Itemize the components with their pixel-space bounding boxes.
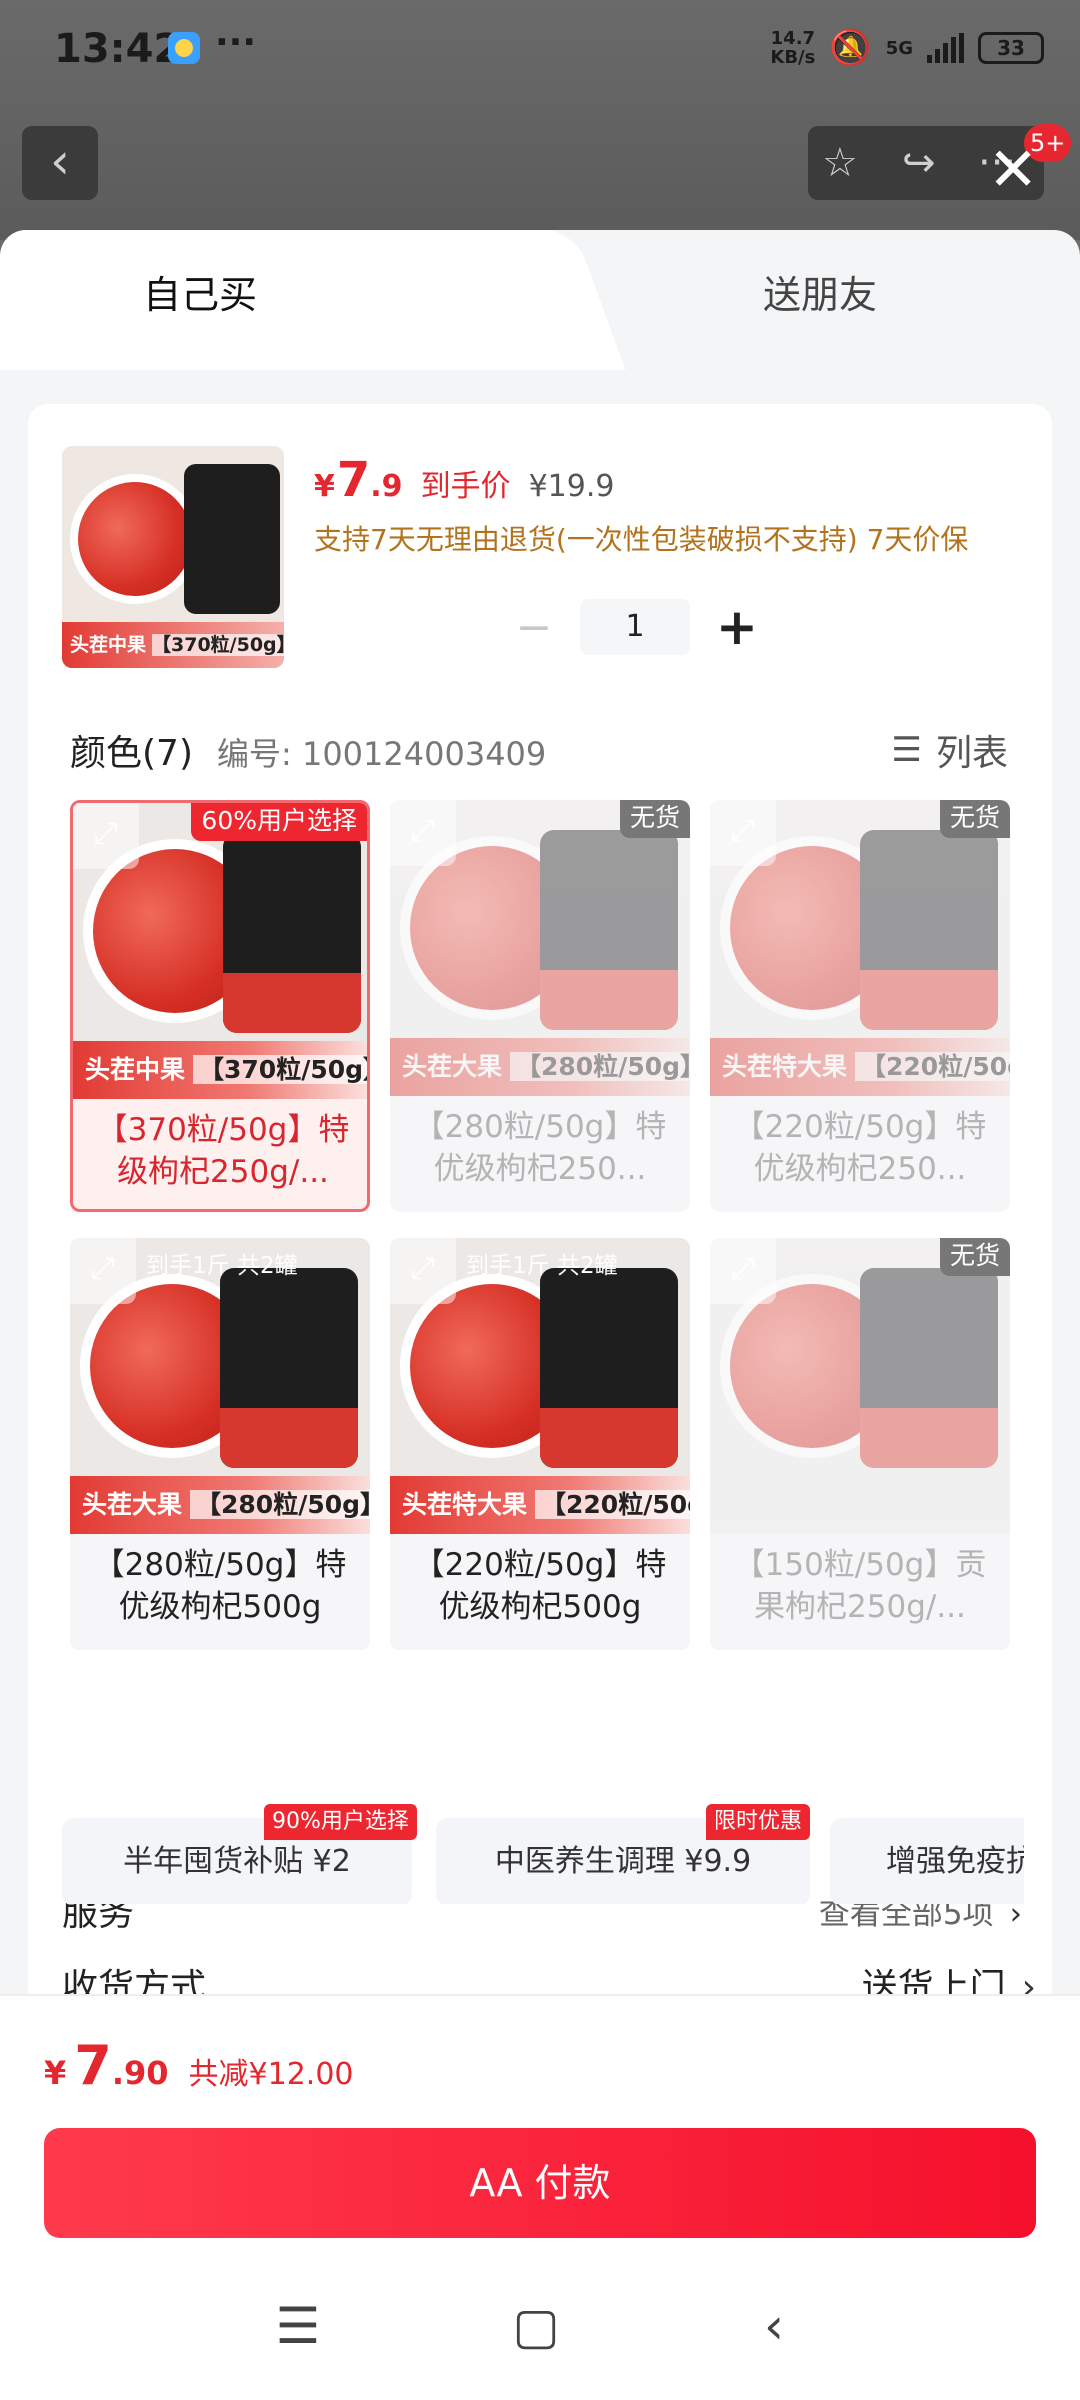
back-button[interactable]: ‹ — [22, 126, 98, 200]
expand-icon[interactable]: ⤢ — [710, 1238, 776, 1304]
status-bar: 13:42 ··· 14.7 KB/s 🔕 5G 33 — [0, 0, 1080, 100]
service-badge: 90%用户选择 — [264, 1804, 417, 1840]
purchase-tabs: 送朋友 自己买 — [0, 230, 1080, 380]
variant-option[interactable]: 头茬特大果【220粒/50g】 ⤢ 到手1斤 共2罐 【220粒/50g】特优级… — [390, 1238, 690, 1650]
total-price: ¥ 7 .90 共减¥12.00 — [44, 2034, 354, 2097]
variant-label: 【370粒/50g】特级枸杞250g/... — [96, 1112, 350, 1190]
signal-icon — [927, 33, 964, 63]
bundle-note: 到手1斤 共2罐 — [466, 1253, 618, 1279]
service-options: 半年囤货补贴 ¥2 90%用户选择 中医养生调理 ¥9.9 限时优惠 增强免疫抗 — [32, 1804, 1024, 1904]
variant-option[interactable]: 头茬特大果【220粒/50g】 ⤢ 无货 【220粒/50g】特优级枸杞250.… — [710, 800, 1010, 1212]
system-nav-bar: ☰ ▢ ‹ — [0, 2256, 1080, 2400]
list-icon: ☰ — [891, 730, 922, 770]
tab-buy-self[interactable]: 自己买 — [0, 230, 560, 370]
pay-button[interactable]: AA 付款 — [44, 2128, 1036, 2238]
quantity-stepper: − 1 + — [514, 598, 758, 656]
star-icon[interactable]: ☆ — [822, 140, 858, 186]
increase-quantity-button[interactable]: + — [716, 598, 758, 656]
original-price: ¥19.9 — [528, 469, 615, 504]
variant-label: 【280粒/50g】特优级枸杞250... — [413, 1109, 667, 1187]
price-line: ¥ 7 .9 到手价 ¥19.9 — [314, 452, 615, 508]
quantity-input[interactable]: 1 — [580, 599, 690, 655]
expand-icon[interactable]: ⤢ — [73, 803, 139, 869]
mute-icon: 🔕 — [829, 28, 872, 68]
status-time: 13:42 — [54, 26, 182, 72]
back-icon[interactable]: ‹ — [734, 2286, 814, 2366]
battery-icon: 33 — [978, 32, 1044, 64]
tab-gift-friend[interactable]: 送朋友 — [560, 230, 1080, 360]
expand-icon[interactable]: ⤢ — [70, 1238, 136, 1304]
variant-option[interactable]: 头茬大果 【280粒/50g】 ⤢ 无货 【280粒/50g】特优级枸杞250..… — [390, 800, 690, 1212]
chevron-left-icon: ‹ — [50, 132, 70, 190]
close-icon[interactable]: ✕ — [988, 140, 1038, 200]
variant-grid: 头茬中果【370粒/50g】 ⤢ 60%用户选择 【370粒/50g】特级枸杞2… — [70, 800, 1050, 1710]
network-speed: 14.7 KB/s — [770, 28, 816, 68]
discount-summary: 共减¥12.00 — [188, 2057, 354, 2092]
variant-label: 【220粒/50g】特优级枸杞250... — [733, 1109, 987, 1187]
out-of-stock-badge: 无货 — [939, 800, 1010, 838]
color-section-header: 颜色(7) 编号: 100124003409 — [70, 724, 546, 776]
popularity-badge: 60%用户选择 — [191, 803, 367, 841]
variant-option[interactable]: 头茬大果 【280粒/50g】 ⤢ 到手1斤 共2罐 【280粒/50g】特优级枸… — [70, 1238, 370, 1650]
service-option[interactable]: 增强免疫抗 — [830, 1818, 1024, 1904]
expand-icon[interactable]: ⤢ — [710, 800, 776, 866]
variant-label: 【220粒/50g】特优级枸杞500g — [413, 1547, 667, 1625]
final-price: 7 — [336, 452, 371, 508]
out-of-stock-badge: 无货 — [939, 1238, 1010, 1276]
variant-label: 【150粒/50g】贡果枸杞250g/... — [733, 1547, 987, 1625]
status-more: ··· — [215, 22, 257, 63]
variant-option[interactable]: 头茬中果【370粒/50g】 ⤢ 60%用户选择 【370粒/50g】特级枸杞2… — [70, 800, 370, 1212]
return-policy: 支持7天无理由退货(一次性包装破损不支持) 7天价保 — [314, 523, 969, 556]
bundle-note: 到手1斤 共2罐 — [146, 1253, 298, 1279]
final-price-label: 到手价 — [420, 469, 511, 504]
color-title: 颜色(7) — [70, 733, 193, 774]
expand-icon[interactable]: ⤢ — [390, 800, 456, 866]
home-icon[interactable]: ▢ — [496, 2286, 576, 2366]
menu-icon[interactable]: ☰ — [258, 2286, 338, 2366]
service-badge: 限时优惠 — [706, 1804, 811, 1840]
network-type: 5G — [885, 37, 913, 59]
app-notification-icon — [168, 32, 200, 64]
out-of-stock-badge: 无货 — [619, 800, 690, 838]
variant-label: 【280粒/50g】特优级枸杞500g — [93, 1547, 347, 1625]
product-code: 编号: 100124003409 — [217, 735, 547, 773]
expand-icon[interactable]: ⤢ — [390, 1238, 456, 1304]
status-indicators: 14.7 KB/s 🔕 5G 33 — [770, 28, 1044, 68]
variant-option[interactable]: ⤢ 无货 【150粒/50g】贡果枸杞250g/... — [710, 1238, 1010, 1650]
decrease-quantity-button[interactable]: − — [514, 602, 554, 653]
share-icon[interactable]: ↪ — [902, 140, 936, 186]
list-view-toggle[interactable]: ☰ 列表 — [892, 724, 1009, 776]
product-thumbnail[interactable]: 头茬中果 【370粒/50g】 — [62, 446, 284, 668]
